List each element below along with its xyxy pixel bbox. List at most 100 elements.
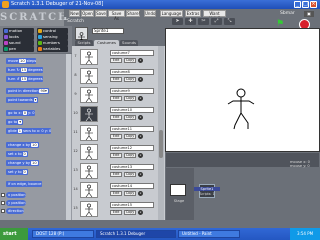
costume-copy-button[interactable]: Copy — [124, 172, 136, 177]
costume-copy-button[interactable]: Copy — [124, 58, 136, 63]
reporter-y-position[interactable]: y position — [6, 200, 26, 206]
costume-item[interactable]: 7 costume7 Edit Copy x — [72, 48, 158, 66]
start-button[interactable]: start — [0, 228, 28, 240]
menu-save-as[interactable]: Save As — [108, 10, 125, 21]
block-go-to[interactable]: go to ▾ — [6, 119, 24, 125]
costume-edit-button[interactable]: Edit — [110, 134, 122, 139]
costume-edit-button[interactable]: Edit — [110, 191, 122, 196]
menu-want-help[interactable]: Want Help? — [203, 10, 226, 21]
costume-edit-button[interactable]: Edit — [110, 115, 122, 120]
costume-name-field[interactable]: costume13 — [110, 164, 154, 170]
costume-thumbnail[interactable] — [80, 68, 98, 84]
costumes-scroll-thumb[interactable] — [159, 130, 163, 158]
costume-name-field[interactable]: costume10 — [110, 107, 154, 113]
menu-extras[interactable]: Extras — [185, 10, 201, 17]
stage[interactable] — [165, 28, 320, 152]
category-pen[interactable]: pen — [3, 46, 34, 52]
costume-name-field[interactable]: costume8 — [110, 69, 154, 75]
costume-thumbnail[interactable] — [80, 106, 98, 122]
x-position-checkbox[interactable] — [1, 193, 5, 197]
block-turn-ccw[interactable]: turn ↺ 15 degrees — [6, 76, 43, 82]
menu-share[interactable]: Share! — [126, 10, 140, 17]
y-position-checkbox[interactable] — [1, 201, 5, 205]
costume-item[interactable]: 12 costume12 Edit Copy x — [72, 143, 158, 161]
menu-open[interactable]: Open — [81, 10, 94, 17]
costume-copy-button[interactable]: Copy — [124, 96, 136, 101]
costume-edit-button[interactable]: Edit — [110, 172, 122, 177]
costume-item[interactable]: 11 costume11 Edit Copy x — [72, 124, 158, 142]
stage-thumbnail[interactable] — [170, 184, 186, 196]
costume-edit-button[interactable]: Edit — [110, 153, 122, 158]
block-set-y[interactable]: set y to 0 — [6, 169, 28, 175]
costume-delete-icon[interactable]: x — [138, 210, 143, 215]
costume-item[interactable]: 14 costume14 Edit Copy x — [72, 181, 158, 199]
block-change-y[interactable]: change y by 10 — [6, 160, 39, 166]
menu-language[interactable]: Language — [160, 10, 183, 17]
maximize-button[interactable]: □ — [302, 1, 309, 8]
block-turn-cw[interactable]: turn ↻ 15 degrees — [6, 67, 43, 73]
reporter-x-position[interactable]: x position — [6, 192, 26, 198]
task-dost[interactable]: DOST 128 (P:) — [32, 230, 94, 238]
category-variables[interactable]: variables — [37, 46, 68, 52]
block-change-x[interactable]: change x by 10 — [6, 142, 39, 148]
costume-thumbnail[interactable] — [80, 144, 98, 160]
costume-copy-button[interactable]: Copy — [124, 191, 136, 196]
block-set-x[interactable]: set x to 0 — [6, 151, 28, 157]
palette-scrollbar[interactable] — [66, 54, 71, 220]
costume-copy-button[interactable]: Copy — [124, 210, 136, 215]
sprite-name-field[interactable]: Sprite1 — [92, 28, 124, 34]
costume-edit-button[interactable]: Edit — [110, 96, 122, 101]
costume-thumbnail[interactable] — [80, 201, 98, 217]
direction-checkbox[interactable] — [1, 209, 5, 213]
costume-copy-button[interactable]: Copy — [124, 153, 136, 158]
costume-name-field[interactable]: costume12 — [110, 145, 154, 151]
costume-copy-button[interactable]: Copy — [124, 77, 136, 82]
block-point-towards[interactable]: point towards ▾ — [6, 97, 39, 103]
menu-undo[interactable]: Undo — [144, 10, 156, 17]
cursor-tool-icon[interactable]: ➤ — [172, 18, 183, 25]
close-button[interactable]: × — [310, 1, 317, 8]
costume-edit-button[interactable]: Edit — [110, 77, 122, 82]
task-scratch[interactable]: Scratch 1.3.1 Debuger — [96, 230, 176, 238]
costume-delete-icon[interactable]: x — [138, 172, 143, 177]
costume-delete-icon[interactable]: x — [138, 96, 143, 101]
costume-thumbnail[interactable] — [80, 49, 98, 65]
shrink-tool-icon[interactable]: ⤡ — [224, 18, 235, 25]
reporter-direction[interactable]: direction — [6, 208, 24, 214]
block-bounce[interactable]: if on edge, bounce — [6, 181, 42, 187]
duplicate-tool-icon[interactable]: ✚ — [185, 18, 196, 25]
costume-name-field[interactable]: costume7 — [110, 50, 154, 56]
block-glide[interactable]: glide 1 secs to x: 0 y: 0 — [6, 128, 52, 134]
block-go-to-xy[interactable]: go to x: 0 y: 0 — [6, 110, 35, 116]
costume-thumbnail[interactable] — [80, 163, 98, 179]
costume-thumbnail[interactable] — [80, 182, 98, 198]
block-move[interactable]: move 10 steps — [6, 58, 37, 64]
costume-name-field[interactable]: costume14 — [110, 183, 154, 189]
grow-tool-icon[interactable]: ⤢ — [211, 18, 222, 25]
costume-delete-icon[interactable]: x — [138, 58, 143, 63]
green-flag-icon[interactable]: ⚑ — [276, 20, 286, 29]
costume-name-field[interactable]: costume9 — [110, 88, 154, 94]
costume-edit-button[interactable]: Edit — [110, 58, 122, 63]
block-point-direction[interactable]: point in direction 90▾ — [6, 88, 49, 94]
costume-delete-icon[interactable]: x — [138, 77, 143, 82]
costume-name-field[interactable]: costume11 — [110, 126, 154, 132]
costume-item[interactable]: 9 costume9 Edit Copy x — [72, 86, 158, 104]
costume-item[interactable]: 15 costume15 Edit Copy x — [72, 200, 158, 218]
costume-thumbnail[interactable] — [80, 125, 98, 141]
minimize-button[interactable]: _ — [294, 1, 301, 8]
costume-item[interactable]: 8 costume8 Edit Copy x — [72, 67, 158, 85]
costume-thumbnail[interactable] — [80, 87, 98, 103]
costume-copy-button[interactable]: Copy — [124, 134, 136, 139]
costume-item[interactable]: 13 costume13 Edit Copy x — [72, 162, 158, 180]
menu-save[interactable]: Save — [95, 10, 107, 17]
costume-delete-icon[interactable]: x — [138, 153, 143, 158]
task-paint[interactable]: Untitled - Paint — [178, 230, 240, 238]
costume-delete-icon[interactable]: x — [138, 134, 143, 139]
costume-name-field[interactable]: costume15 — [110, 202, 154, 208]
menu-new[interactable]: New — [69, 10, 80, 17]
costume-delete-icon[interactable]: x — [138, 115, 143, 120]
costume-copy-button[interactable]: Copy — [124, 115, 136, 120]
costume-item[interactable]: 10 costume10 Edit Copy x — [72, 105, 158, 123]
costume-delete-icon[interactable]: x — [138, 191, 143, 196]
